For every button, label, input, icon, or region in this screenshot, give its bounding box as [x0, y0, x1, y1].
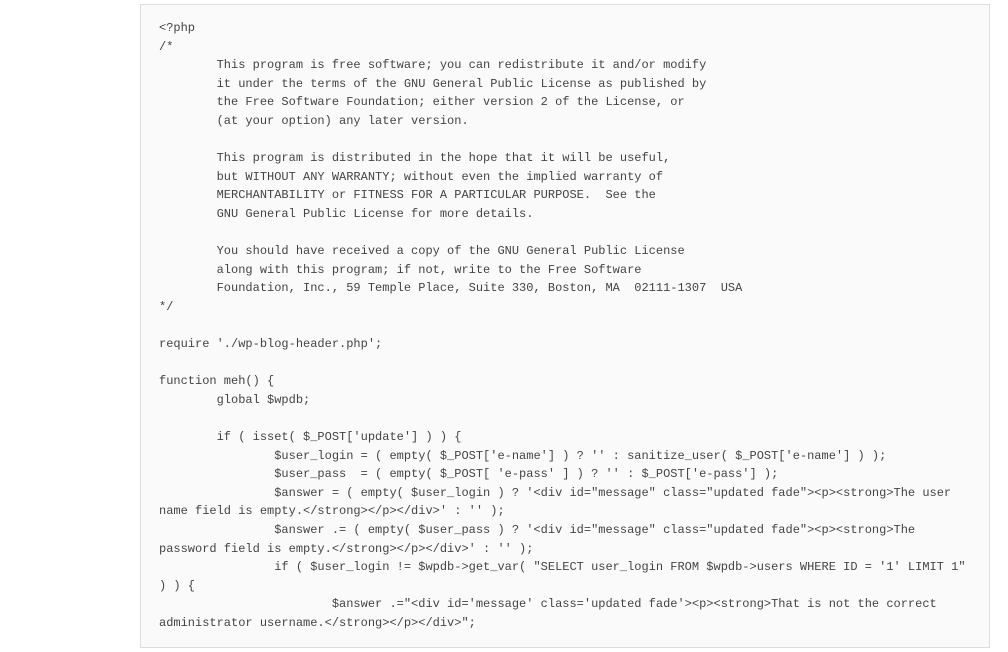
- code-container: <?php /* This program is free software; …: [140, 4, 990, 648]
- code-block[interactable]: <?php /* This program is free software; …: [159, 19, 971, 633]
